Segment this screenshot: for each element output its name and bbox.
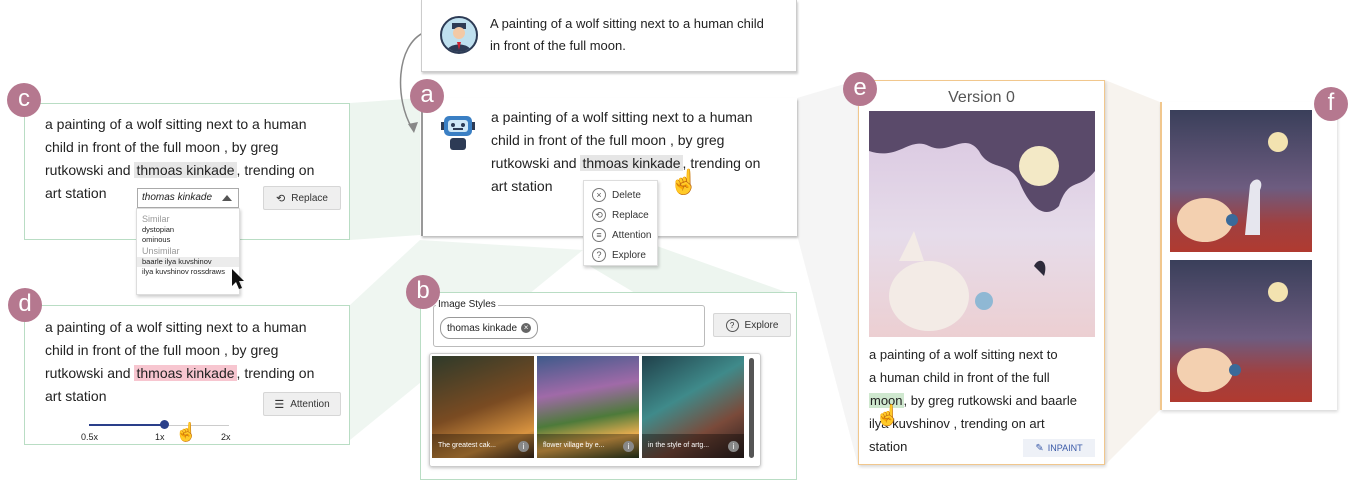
dropdown-list: Similar dystopian ominous Unsimilar baar…: [136, 208, 240, 295]
suggestion-item-selected[interactable]: baarle ilya kuvshinov: [137, 257, 239, 267]
slider-tick-label: 1x: [155, 432, 165, 442]
inpaint-button[interactable]: ✎ INPAINT: [1023, 439, 1095, 457]
thumbnail-image[interactable]: The greatest cak... i: [432, 356, 534, 458]
question-icon: ?: [725, 318, 739, 332]
menu-item-replace[interactable]: ⟲ Replace: [592, 205, 657, 225]
gallery-scrollbar[interactable]: [749, 358, 754, 458]
panel-d-line-2: child in front of the full moon , by gre…: [45, 342, 279, 358]
inpaint-icon: ✎: [1035, 442, 1044, 454]
panel-e-line-4: ilya kuvshinov , trending on art: [869, 416, 1045, 431]
panel-a-line-3-pre: rutkowski and: [491, 155, 581, 171]
panel-d-line-3-post: , trending on: [236, 365, 315, 381]
user-prompt-line-2: in front of the full moon.: [490, 38, 626, 53]
sliders-icon: ≡: [592, 228, 606, 242]
question-icon: ?: [592, 248, 606, 262]
generated-image[interactable]: [869, 111, 1095, 337]
panel-c-line-3-post: , trending on: [236, 162, 315, 178]
panel-e-line-3-post: , by greg rutkowski and baarle: [903, 393, 1077, 408]
caret-up-icon: [222, 195, 232, 201]
similar-header: Similar: [142, 214, 170, 224]
panel-d-line-3-pre: rutkowski and: [45, 365, 135, 381]
version-title: Version 0: [948, 89, 1015, 106]
info-icon[interactable]: i: [518, 441, 529, 452]
slider-tick-label: 2x: [221, 432, 231, 442]
panel-c-highlight-token[interactable]: thmoas kinkade: [134, 162, 237, 178]
menu-item-explore[interactable]: ? Explore: [592, 245, 657, 265]
attention-button[interactable]: ☰ Attention: [263, 392, 341, 416]
panel-a-line-2: child in front of the full moon , by gre…: [491, 132, 725, 148]
replace-button[interactable]: ⟲ Replace: [263, 186, 341, 210]
panel-c-line-3-pre: rutkowski and: [45, 162, 135, 178]
connector-e-to-f: [1105, 80, 1160, 465]
panel-c-line-1: a painting of a wolf sitting next to a h…: [45, 116, 307, 132]
panel-a-line-1: a painting of a wolf sitting next to a h…: [491, 109, 753, 125]
hand-cursor-icon: ☝: [669, 169, 699, 196]
suggestion-item[interactable]: ominous: [142, 235, 239, 245]
info-icon[interactable]: i: [728, 441, 739, 452]
connector-a-to-c: [350, 98, 420, 240]
thumbnail-image[interactable]: in the style of artg... i: [642, 356, 744, 458]
panel-d: a painting of a wolf sitting next to a h…: [24, 305, 350, 445]
badge-a: a: [410, 79, 444, 113]
panel-e: Version 0 a painting of a wolf sitting n…: [858, 80, 1105, 465]
badge-b: b: [406, 275, 440, 309]
connector-a-to-e: [797, 80, 858, 465]
slider-fill: [89, 424, 164, 426]
suggestion-item[interactable]: dystopian: [142, 225, 239, 235]
robot-icon: [441, 112, 475, 152]
info-icon[interactable]: i: [623, 441, 634, 452]
user-prompt-panel: A painting of a wolf sitting next to a h…: [421, 0, 797, 72]
panel-c-line-2: child in front of the full moon , by gre…: [45, 139, 279, 155]
replace-icon: ⟲: [276, 192, 286, 205]
user-prompt-line-1: A painting of a wolf sitting next to a h…: [490, 16, 764, 31]
menu-item-attention[interactable]: ≡ Attention: [592, 225, 657, 245]
panel-e-line-1: a painting of a wolf sitting next to: [869, 347, 1058, 362]
inpaint-after-image[interactable]: [1170, 260, 1312, 402]
menu-item-delete[interactable]: × Delete: [592, 185, 657, 205]
sliders-icon: ☰: [274, 398, 285, 411]
thumbnail-image[interactable]: flower village by e... i: [537, 356, 639, 458]
user-avatar-icon: [440, 16, 478, 54]
unsimilar-header: Unsimilar: [142, 246, 180, 256]
badge-f: f: [1314, 87, 1348, 121]
panel-d-highlight-token[interactable]: thmoas kinkade: [134, 365, 237, 381]
badge-c: c: [7, 83, 41, 117]
slider-tick-label: 0.5x: [81, 432, 99, 442]
explore-button[interactable]: ? Explore: [713, 313, 791, 337]
badge-e: e: [843, 72, 877, 106]
panel-f: [1160, 102, 1337, 410]
image-styles-legend: Image Styles: [436, 299, 498, 310]
suggestion-item[interactable]: ilya kuvshinov rossdraws: [142, 267, 239, 277]
panel-e-line-2: a human child in front of the full: [869, 370, 1050, 385]
replace-icon: ⟲: [592, 208, 606, 222]
hand-cursor-icon: ☝: [175, 422, 198, 442]
image-styles-fieldset: Image Styles thomas kinkade ×: [433, 299, 705, 347]
panel-b: Image Styles thomas kinkade × ? Explore …: [420, 292, 797, 480]
token-context-menu: × Delete ⟲ Replace ≡ Attention ? Explore: [583, 180, 658, 266]
arrow-cursor-icon: [232, 269, 244, 289]
style-chip[interactable]: thomas kinkade ×: [440, 317, 539, 339]
dropdown-value: thomas kinkade: [142, 192, 213, 203]
inpaint-before-image[interactable]: [1170, 110, 1312, 252]
slider-knob[interactable]: [159, 420, 169, 429]
hand-cursor-icon: ☝: [875, 405, 900, 427]
badge-d: d: [8, 288, 42, 322]
style-dropdown[interactable]: thomas kinkade: [137, 188, 239, 208]
remove-chip-icon[interactable]: ×: [521, 323, 532, 333]
panel-d-line-1: a painting of a wolf sitting next to a h…: [45, 319, 307, 335]
thumbnail-gallery: The greatest cak... i flower village by …: [429, 353, 761, 467]
delete-icon: ×: [592, 188, 606, 202]
panel-a-highlight-token[interactable]: thmoas kinkade: [580, 155, 683, 171]
attention-slider[interactable]: [89, 420, 229, 429]
